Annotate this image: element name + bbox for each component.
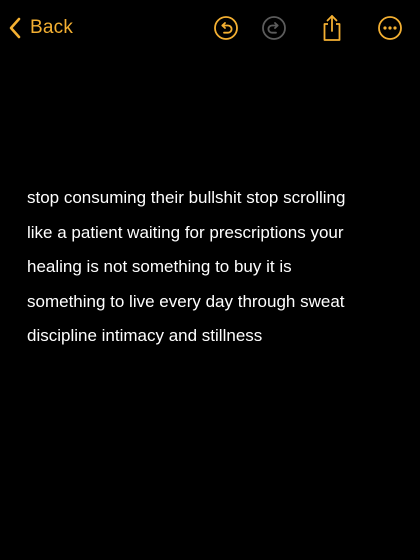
redo-icon [261, 15, 287, 41]
back-button[interactable]: Back [8, 12, 73, 44]
back-label: Back [30, 17, 74, 38]
undo-icon [213, 15, 239, 41]
navigation-bar: Back [0, 0, 420, 56]
more-button[interactable] [374, 12, 406, 44]
note-line: something to live every day through swea… [27, 291, 345, 311]
note-line: discipline intimacy and stillness [27, 326, 263, 345]
note-body[interactable]: stop consuming their bullshit stop scrol… [27, 181, 397, 354]
undo-button[interactable] [210, 12, 242, 44]
share-button[interactable] [316, 12, 348, 44]
chevron-left-icon [8, 17, 22, 39]
redo-button[interactable] [258, 12, 290, 44]
note-line: stop consuming their bullshit stop scrol… [27, 188, 346, 207]
note-line: healing is not something to buy it is [27, 257, 292, 276]
share-icon [320, 14, 344, 42]
note-line: like a patient waiting for prescriptions… [27, 222, 344, 242]
more-icon [377, 15, 403, 41]
